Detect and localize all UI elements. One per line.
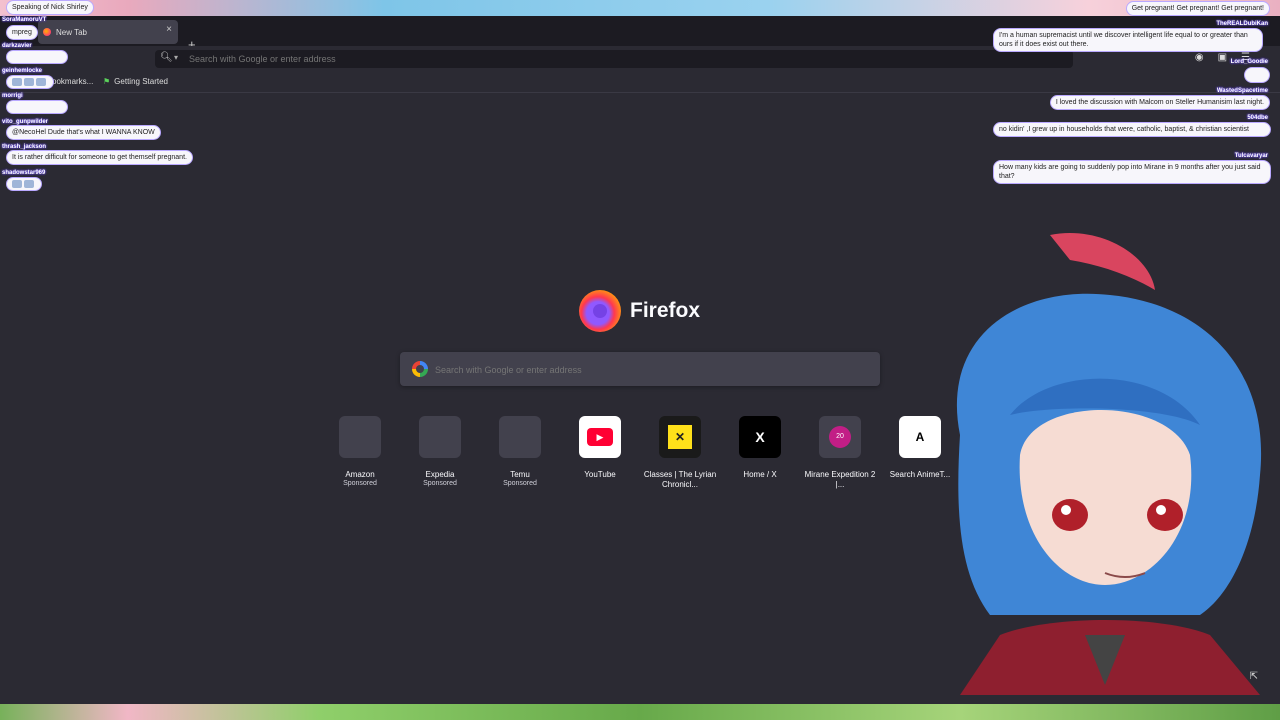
chat-username: morrigi	[2, 93, 23, 99]
avatar-hair-tuft	[1050, 233, 1155, 290]
chat-username: TheREALDubiKan	[1216, 21, 1268, 27]
chat-message: It is rather difficult for someone to ge…	[6, 150, 193, 165]
emote-icon	[24, 180, 34, 188]
shortcut-x[interactable]: X Home / X	[720, 416, 800, 480]
google-icon	[412, 361, 428, 377]
extensions-icon[interactable]: ▣	[1218, 52, 1227, 63]
chat-message: I loved the discussion with Malcom on St…	[1049, 95, 1270, 110]
firefox-favicon-icon	[43, 28, 51, 36]
shortcut-label: Classes | The Lyrian Chronicl...	[643, 470, 717, 489]
sponsored-label: Sponsored	[503, 480, 537, 487]
chat-emote-message	[6, 50, 68, 64]
tab-title: New Tab	[56, 27, 87, 37]
emote-icon	[12, 180, 22, 188]
chat-username: Lord_Goodie	[1230, 59, 1268, 65]
x-logo-icon: X	[747, 424, 773, 450]
shortcut-label: YouTube	[584, 470, 616, 479]
emote-icon	[36, 78, 46, 86]
shortcut-label: Amazon	[345, 470, 375, 479]
shortcut-expedia[interactable]: Expedia Sponsored	[400, 416, 480, 487]
top-sites: Amazon Sponsored Expedia Sponsored Temu …	[330, 416, 950, 496]
shortcut-icon: ▶	[579, 416, 621, 458]
avatar-eye-highlight	[1061, 505, 1071, 515]
chat-username: WastedSpacetime	[1216, 88, 1268, 94]
chat-message: How many kids are going to suddenly pop …	[993, 160, 1271, 184]
chat-message: no kidin' ,I grew up in households that …	[993, 122, 1271, 137]
youtube-icon: ▶	[587, 428, 613, 446]
chat-message: mpreg	[6, 25, 38, 40]
account-icon[interactable]: ◉	[1195, 52, 1204, 63]
shortcut-icon	[339, 416, 381, 458]
shortcut-mirane[interactable]: 20 Mirane Expedition 2 |...	[800, 416, 880, 490]
chat-username: darkzavier	[2, 43, 32, 49]
sponsored-label: Sponsored	[423, 480, 457, 487]
chat-username: shadowstar969	[2, 170, 46, 176]
shortcut-label: Mirane Expedition 2 |...	[804, 470, 876, 489]
chat-emote-message	[1244, 67, 1270, 83]
chat-message: @NecoHel Dude that's what I WANNA KNOW	[6, 125, 161, 140]
resize-icon: ⇱	[1249, 671, 1258, 682]
shortcut-icon: 20	[819, 416, 861, 458]
stream-background-bottom	[0, 704, 1280, 720]
firefox-logo: Firefox	[579, 290, 700, 332]
newtab-search-box[interactable]	[400, 352, 880, 386]
sponsored-label: Sponsored	[343, 480, 377, 487]
newtab-search-input[interactable]	[433, 361, 867, 379]
chevron-down-icon[interactable]: ▾	[174, 53, 178, 62]
shortcut-label: Temu	[510, 470, 530, 479]
url-bar[interactable]: 🔍︎ ▾	[155, 50, 1073, 68]
brand-wordmark: Firefox	[630, 299, 701, 322]
chat-message: I'm a human supremacist until we discove…	[993, 28, 1263, 52]
address-input[interactable]	[187, 51, 791, 67]
chat-message: Speaking of Nick Shirley	[6, 0, 94, 15]
bookmarks-toolbar: ookmarks... ⚑ Getting Started	[0, 72, 1280, 93]
vtuber-avatar	[956, 233, 1262, 695]
shortcut-icon: X	[739, 416, 781, 458]
chat-emote-message	[6, 75, 54, 89]
emote-icon	[24, 78, 34, 86]
chat-emote-message	[6, 177, 42, 191]
shortcut-temu[interactable]: Temu Sponsored	[480, 416, 560, 487]
bookmark-label: Getting Started	[114, 77, 168, 86]
chat-username: 504dbe	[1247, 115, 1268, 121]
chat-username: geinhemlocke	[2, 68, 43, 74]
emote-icon	[12, 78, 22, 86]
shortcut-icon	[419, 416, 461, 458]
bookmark-flag-icon: ⚑	[103, 77, 111, 86]
bookmark-getting-started[interactable]: ⚑ Getting Started	[103, 77, 168, 86]
chat-emote-message	[6, 100, 68, 114]
avatar-left-eye	[1052, 499, 1088, 531]
crossed-swords-icon: ✕	[668, 425, 692, 449]
d20-dice-icon: 20	[829, 426, 851, 448]
shortcut-amazon[interactable]: Amazon Sponsored	[320, 416, 400, 487]
chat-message: Get pregnant! Get pregnant! Get pregnant…	[1125, 1, 1270, 16]
chat-username: Tulcavaryar	[1234, 153, 1268, 159]
avatar-eye-highlight	[1156, 505, 1166, 515]
firefox-icon	[579, 290, 621, 332]
shortcut-youtube[interactable]: ▶ YouTube	[560, 416, 640, 480]
shortcut-label: Expedia	[425, 470, 455, 479]
stream-background-top	[0, 0, 1280, 16]
shortcut-icon	[499, 416, 541, 458]
avatar-right-eye	[1147, 499, 1183, 531]
tab-close-icon[interactable]: ×	[166, 24, 172, 35]
shortcut-classes[interactable]: ✕ Classes | The Lyrian Chronicl...	[640, 416, 720, 490]
bookmark-item[interactable]: ookmarks...	[52, 77, 93, 86]
shortcut-icon: ✕	[659, 416, 701, 458]
shortcut-label: Home / X	[743, 470, 777, 479]
search-icon[interactable]: 🔍︎	[160, 52, 173, 63]
chat-username: SoraMamoruVT	[2, 17, 47, 23]
tab-new-tab[interactable]: New Tab ×	[38, 20, 178, 44]
